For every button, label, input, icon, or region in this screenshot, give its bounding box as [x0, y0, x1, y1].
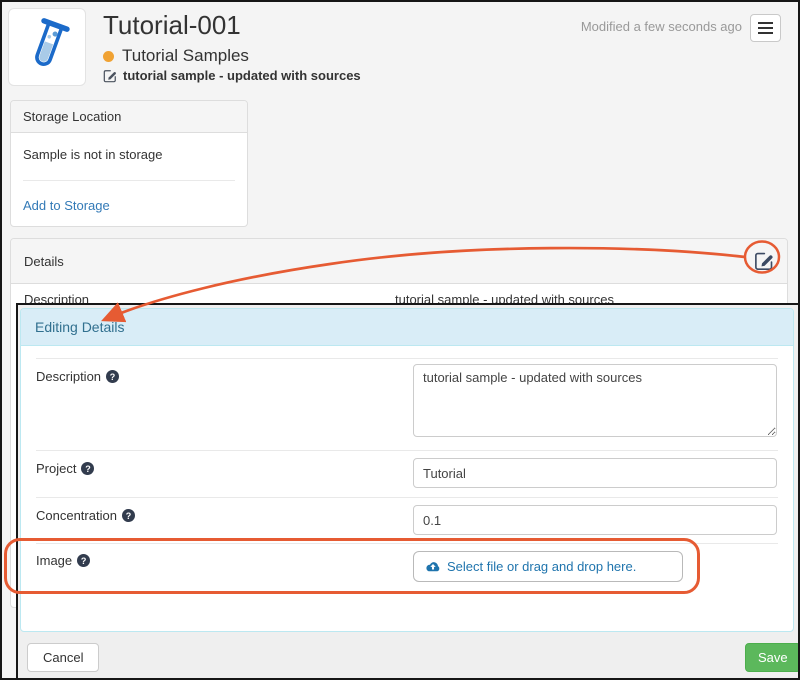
project-field-row: Project ?: [36, 450, 778, 497]
test-tube-icon: [18, 16, 76, 78]
page-title: Tutorial-001: [103, 10, 241, 41]
concentration-field-label: Concentration: [36, 508, 117, 523]
divider: [23, 180, 235, 181]
description-textarea[interactable]: tutorial sample - updated with sources: [413, 364, 777, 437]
image-field-row: Image ? Select file or drag and drop her…: [36, 543, 778, 621]
cloud-upload-icon: [425, 561, 441, 573]
question-circle-icon[interactable]: ?: [106, 370, 119, 383]
save-button[interactable]: Save: [745, 643, 800, 672]
header-description: tutorial sample - updated with sources: [123, 68, 361, 83]
page: Tutorial-001 Tutorial Samples tutorial s…: [0, 0, 800, 680]
project-input[interactable]: [413, 458, 777, 488]
hamburger-icon: [758, 22, 773, 24]
concentration-input[interactable]: [413, 505, 777, 535]
details-panel-title: Details: [24, 254, 64, 269]
description-field-label: Description: [36, 369, 101, 384]
description-field-row: Description ? tutorial sample - updated …: [36, 358, 778, 450]
editing-details-modal: Editing Details Description ? tutorial s…: [16, 303, 800, 680]
cancel-button[interactable]: Cancel: [27, 643, 99, 672]
modified-timestamp: Modified a few seconds ago: [581, 19, 742, 34]
details-edit-button[interactable]: [754, 251, 774, 271]
storage-location-panel: Storage Location Sample is not in storag…: [10, 100, 248, 227]
add-to-storage-link[interactable]: Add to Storage: [23, 198, 110, 213]
question-circle-icon[interactable]: ?: [77, 554, 90, 567]
sample-type-label: Tutorial Samples: [122, 46, 249, 66]
storage-status-text: Sample is not in storage: [23, 147, 235, 162]
project-field-label: Project: [36, 461, 76, 476]
menu-button[interactable]: [750, 14, 781, 42]
file-dropzone[interactable]: Select file or drag and drop here.: [413, 551, 683, 582]
question-circle-icon[interactable]: ?: [122, 509, 135, 522]
sample-type-dot-icon: [103, 51, 114, 62]
pencil-square-icon: [754, 251, 774, 271]
modal-title: Editing Details: [21, 309, 793, 346]
storage-panel-title: Storage Location: [11, 101, 247, 133]
modal-content-box: Editing Details Description ? tutorial s…: [20, 308, 794, 632]
edit-pencil-square-icon[interactable]: [103, 69, 117, 83]
dropzone-label: Select file or drag and drop here.: [447, 559, 636, 574]
image-field-label: Image: [36, 553, 72, 568]
question-circle-icon[interactable]: ?: [81, 462, 94, 475]
concentration-field-row: Concentration ?: [36, 497, 778, 543]
sample-icon-card: [8, 8, 86, 86]
